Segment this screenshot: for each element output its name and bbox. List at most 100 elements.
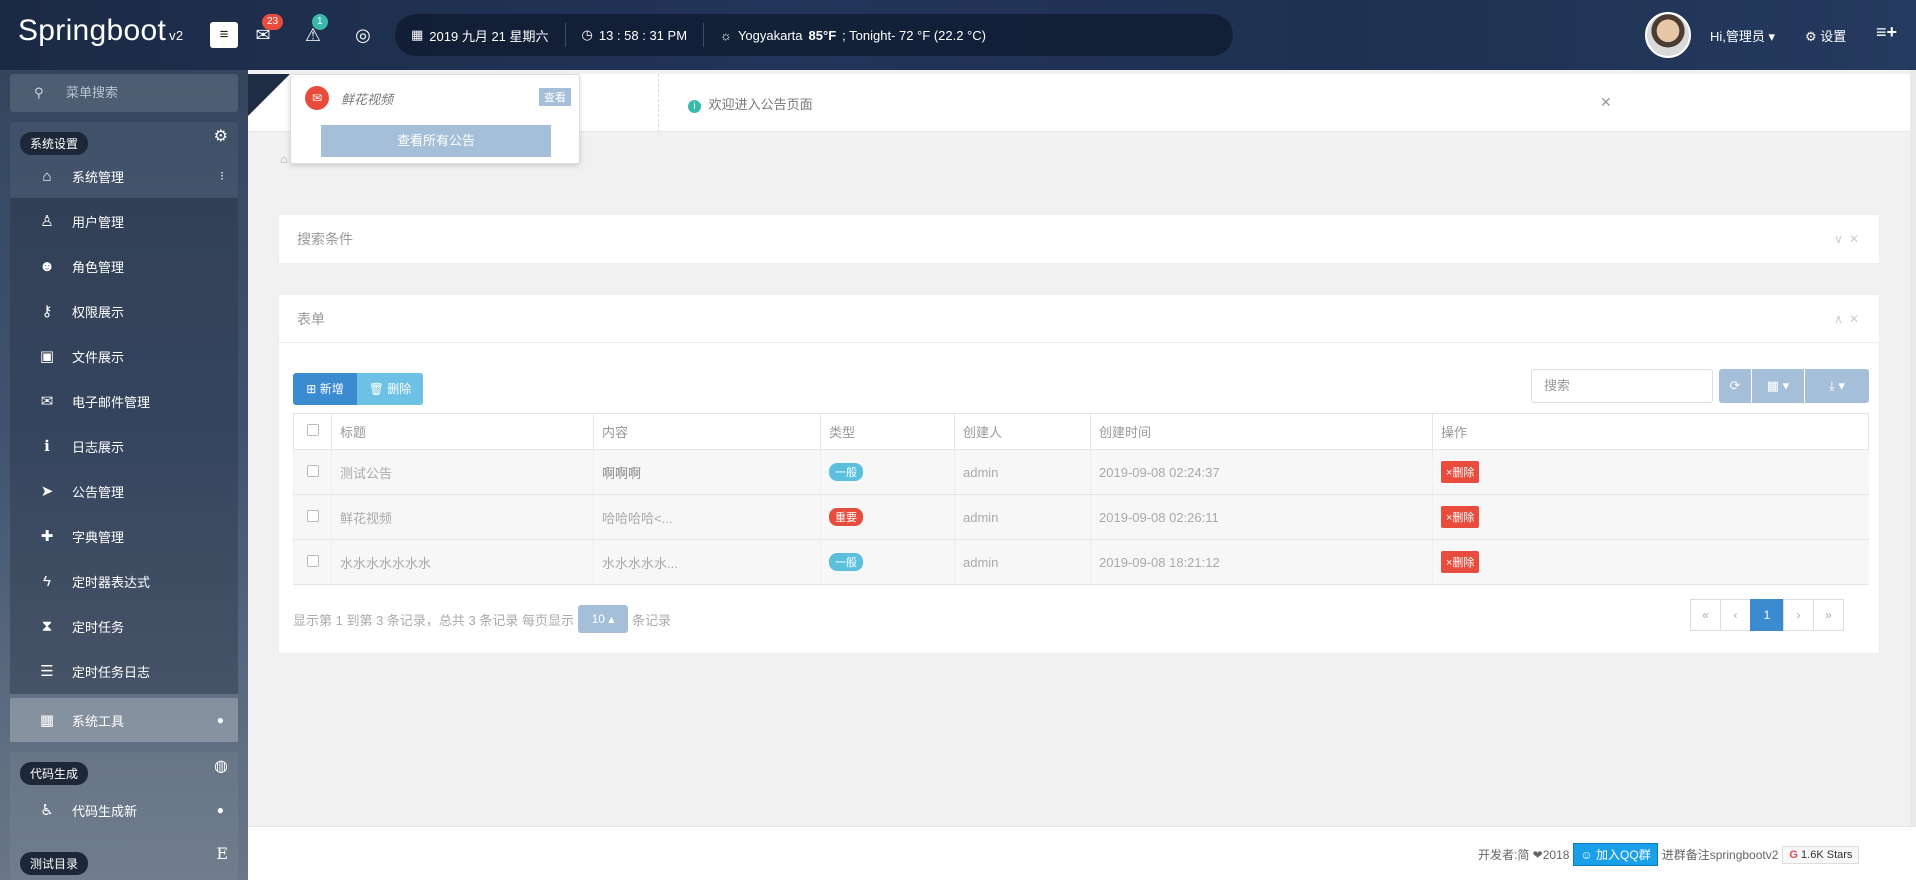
sidebar-item-code-gen-new[interactable]: ♿ 代码生成新 ● — [10, 788, 238, 832]
letter-e-icon[interactable]: E — [216, 844, 228, 863]
first-page-button[interactable]: « — [1690, 599, 1721, 631]
chat-icon: ✉ — [305, 86, 329, 110]
sidebar-item-role-management[interactable]: ☻ 角色管理 — [10, 244, 238, 288]
columns-button[interactable]: ▦ ▾ — [1752, 369, 1804, 403]
close-icon[interactable]: ✕ — [1849, 312, 1865, 326]
time-display: ◷ 13 : 58 : 31 PM — [566, 23, 705, 47]
list-plus-icon[interactable]: ≡+ — [1876, 22, 1897, 43]
type-badge: 一般 — [829, 553, 863, 571]
table-panel: 表单 ∧✕ ⊞ 新增 🗑 删除 搜索 ⟳ ▦ ▾ ⤓ ▾ 标题 内容 类型 创建… — [278, 294, 1880, 654]
row-checkbox[interactable] — [306, 509, 319, 522]
alert-icon[interactable]: ⚠ 1 — [300, 14, 328, 48]
settings-button[interactable]: ⚙ 设置 — [1805, 26, 1846, 45]
puzzle-icon: ✚ — [40, 528, 54, 545]
row-checkbox[interactable] — [306, 464, 319, 477]
sidebar-item-label: 文件展示 — [72, 349, 125, 365]
avatar[interactable] — [1645, 12, 1691, 58]
table-search-placeholder: 搜索 — [1544, 378, 1571, 393]
chevron-up-icon[interactable]: ∧ — [1834, 312, 1849, 326]
sidebar-item-user-management[interactable]: ♙ 用户管理 — [10, 199, 238, 243]
notification-dropdown: ✉ 鲜花视频 查看 查看所有公告 — [290, 74, 580, 164]
table-panel-title: 表单 — [297, 311, 325, 327]
view-all-announcements-button[interactable]: 查看所有公告 — [321, 125, 551, 157]
sidebar-item-cron-expression[interactable]: ϟ 定时器表达式 — [10, 559, 238, 603]
download-icon: ⤓ ▾ — [1829, 378, 1845, 393]
column-header[interactable]: 创建时间 — [1090, 413, 1433, 450]
cell-creator: admin — [954, 449, 1091, 495]
gear-icon[interactable]: ⚙ — [214, 126, 228, 146]
welcome-message: i 欢迎进入公告页面 — [688, 94, 813, 113]
last-page-button[interactable]: » — [1813, 599, 1844, 631]
table-row[interactable]: 水水水水水水水 水水水水水... 一般 admin 2019-09-08 18:… — [293, 539, 1869, 585]
prev-page-button[interactable]: ‹ — [1720, 599, 1751, 631]
table-row[interactable]: 鲜花视频 哈哈哈哈<... 重要 admin 2019-09-08 02:26:… — [293, 494, 1869, 540]
sidebar-item-logs[interactable]: ℹ 日志展示 — [10, 424, 238, 468]
breadcrumb-home-icon[interactable]: ⌂ — [280, 152, 287, 166]
brand-logo[interactable]: Springboot v2 — [18, 14, 183, 48]
column-header[interactable]: 操作 — [1432, 413, 1869, 450]
type-badge: 重要 — [829, 508, 863, 526]
refresh-button[interactable]: ⟳ — [1719, 369, 1751, 403]
github-stars-badge[interactable]: G 1.6K Stars — [1782, 845, 1860, 864]
notification-title: 鲜花视频 — [341, 91, 394, 107]
row-delete-button[interactable]: ×删除 — [1441, 506, 1480, 528]
cell-content: 水水水水水... — [593, 539, 821, 585]
gitee-icon: G — [1789, 848, 1798, 861]
row-delete-button[interactable]: ×删除 — [1441, 551, 1480, 573]
cell-content: 哈哈哈哈<... — [593, 494, 821, 540]
group-title-code-generation: 代码生成 — [20, 762, 89, 785]
sidebar-item-email[interactable]: ✉ 电子邮件管理 — [10, 379, 238, 423]
lifebuoy-icon[interactable]: ◎ — [350, 22, 376, 48]
table-row[interactable]: 测试公告 啊啊啊 一般 admin 2019-09-08 02:24:37 ×删… — [293, 449, 1869, 495]
column-header[interactable]: 内容 — [593, 413, 821, 450]
next-page-button[interactable]: › — [1783, 599, 1814, 631]
sidebar-item-system-tools[interactable]: ▦ 系统工具 ● — [10, 698, 238, 742]
join-qq-button[interactable]: ☺ 加入QQ群 — [1573, 843, 1658, 866]
row-delete-button[interactable]: ×删除 — [1441, 461, 1480, 483]
sidebar-item-announcements[interactable]: ➤ 公告管理 — [10, 469, 238, 513]
brand-name: Springboot — [18, 14, 167, 47]
info-icon: i — [688, 100, 701, 113]
column-header[interactable]: 标题 — [331, 413, 594, 450]
notification-item[interactable]: ✉ 鲜花视频 查看 — [305, 85, 571, 111]
search-icon: ⚲ — [34, 85, 44, 100]
menu-search-input[interactable]: ⚲ 菜单搜索 — [10, 74, 238, 112]
chevron-down-icon[interactable]: ∨ — [1834, 232, 1849, 246]
close-icon[interactable]: ✕ — [1849, 232, 1865, 246]
close-icon[interactable]: ✕ — [1600, 94, 1612, 111]
select-all-checkbox[interactable] — [306, 424, 319, 436]
export-button[interactable]: ⤓ ▾ — [1805, 369, 1869, 403]
image-icon: ▣ — [39, 348, 55, 365]
view-notification-button[interactable]: 查看 — [539, 88, 571, 106]
page-size-select[interactable]: 10 ▴ — [577, 605, 628, 633]
row-select-cell — [293, 539, 332, 585]
type-badge: 一般 — [829, 463, 863, 481]
sidebar-item-permissions[interactable]: ⚷ 权限展示 — [10, 289, 238, 333]
delete-button[interactable]: 🗑 删除 — [357, 373, 423, 405]
cell-type: 重要 — [820, 494, 955, 540]
sidebar-item-dictionary[interactable]: ✚ 字典管理 — [10, 514, 238, 558]
menu-toggle-icon[interactable]: ≡ — [210, 22, 238, 48]
user-menu[interactable]: Hi,管理员 ▾ — [1710, 26, 1775, 45]
sidebar-item-scheduled-tasks[interactable]: ⧗ 定时任务 — [10, 604, 238, 648]
sidebar-item-system-management[interactable]: ⌂ 系统管理 ⁝ — [10, 154, 238, 198]
sidebar-item-files[interactable]: ▣ 文件展示 — [10, 334, 238, 378]
column-header[interactable]: 创建人 — [954, 413, 1091, 450]
key-icon: ⚷ — [41, 303, 53, 320]
cell-title: 鲜花视频 — [331, 494, 594, 540]
alerts-badge: 1 — [312, 14, 328, 30]
scrollbar[interactable] — [1910, 70, 1916, 880]
sidebar-item-label: 代码生成新 — [72, 803, 138, 819]
info-icon: ℹ — [44, 438, 50, 455]
table-search-input[interactable]: 搜索 — [1531, 369, 1713, 403]
add-button[interactable]: ⊞ 新增 — [293, 373, 357, 405]
column-header[interactable]: 类型 — [820, 413, 955, 450]
page-1-button[interactable]: 1 — [1750, 599, 1784, 631]
sidebar-item-task-logs[interactable]: ☰ 定时任务日志 — [10, 649, 238, 693]
row-checkbox[interactable] — [306, 554, 319, 567]
fingerprint-icon[interactable]: ◍ — [214, 756, 228, 776]
sidebar-item-label: 电子邮件管理 — [72, 394, 151, 410]
dot-icon: ● — [216, 713, 224, 727]
messages-icon[interactable]: ✉ 23 — [250, 14, 284, 48]
group-title-system-settings: 系统设置 — [20, 132, 89, 155]
